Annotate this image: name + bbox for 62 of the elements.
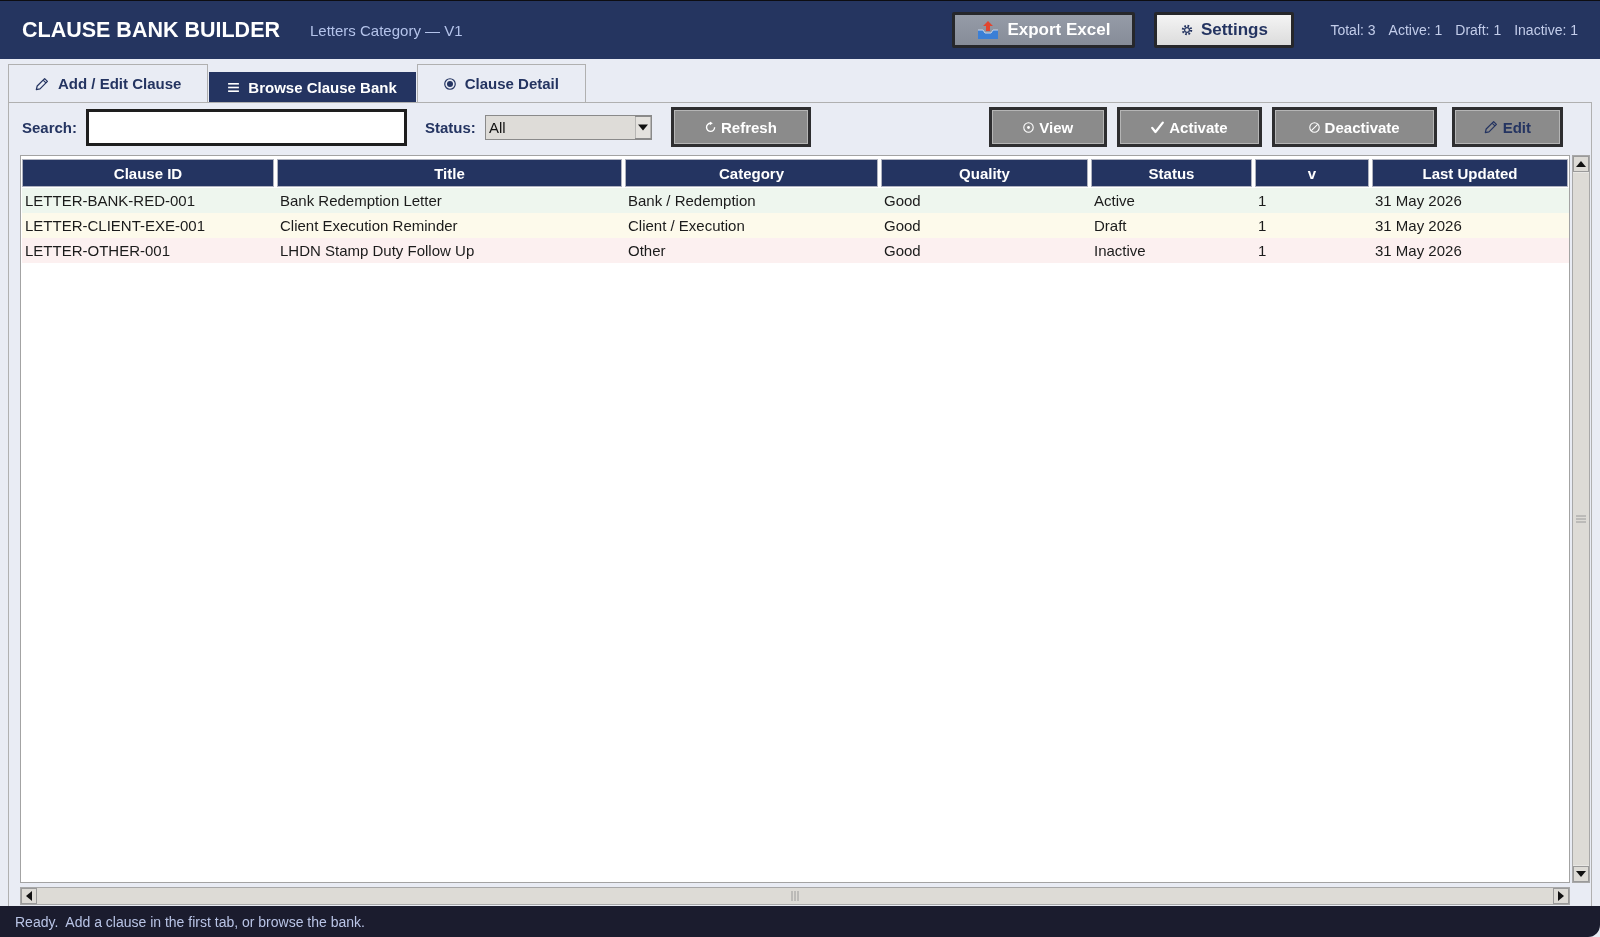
table-cell-text: Bank / Redemption — [627, 192, 757, 209]
table-row[interactable]: LETTER-OTHER-001 LHDN Stamp Duty Follow Up Other Good Inactive 1 31 May 2026 — [22, 238, 1569, 263]
pencil-icon — [1483, 120, 1498, 134]
status-label: Status: — [425, 118, 476, 136]
table-cell-text: LHDN Stamp Duty Follow Up — [279, 242, 476, 259]
edit-button[interactable]: Edit — [1451, 107, 1563, 147]
stat-count: Active: 1 — [1388, 22, 1443, 38]
app-title: CLAUSE BANK BUILDER — [22, 17, 280, 43]
table-cell-text: 31 May 2026 — [1374, 242, 1463, 259]
table-cell-text: Client Execution Reminder — [279, 217, 459, 234]
pencil-icon — [35, 76, 49, 91]
table-cell-text: LETTER-CLIENT-EXE-001 — [24, 217, 207, 234]
table-cell-text: 31 May 2026 — [1374, 192, 1463, 209]
table-cell-text: Good — [883, 192, 922, 209]
table-cell-text: 1 — [1257, 192, 1268, 209]
dropdown-arrow-icon — [634, 115, 651, 139]
table-cell-text: Active — [1093, 192, 1136, 209]
table-cell-text: 31 May 2026 — [1374, 217, 1463, 234]
column-header[interactable]: Title — [277, 159, 622, 187]
column-header[interactable]: Status — [1091, 159, 1252, 187]
table-cell-text: Other — [627, 242, 667, 259]
settings-button[interactable]: Settings — [1154, 12, 1295, 48]
grip-icon — [791, 891, 799, 901]
stat-count: Draft: 1 — [1455, 22, 1502, 38]
column-header[interactable]: Last Updated — [1372, 159, 1568, 187]
vertical-scrollbar[interactable] — [1572, 155, 1590, 883]
gear-icon — [1180, 24, 1193, 36]
table-cell-text: Good — [883, 242, 922, 259]
search-field[interactable] — [86, 108, 408, 146]
app-subtitle: Letters Category — V1 — [310, 21, 463, 39]
refresh-icon — [704, 121, 716, 133]
column-header[interactable]: v — [1255, 159, 1369, 187]
check-icon — [1151, 120, 1165, 134]
list-icon — [228, 83, 240, 92]
column-header[interactable]: Quality — [881, 159, 1088, 187]
prohibited-icon — [1308, 121, 1320, 133]
table-row[interactable]: LETTER-CLIENT-EXE-001 Client Execution Reminder Client / Execution Good Draft 1 31 May 2026 — [22, 213, 1569, 238]
table-cell-text: 1 — [1257, 242, 1268, 259]
table-cell-text: Inactive — [1093, 242, 1147, 259]
status-dropdown[interactable]: All — [484, 114, 652, 140]
tab[interactable]: Add / Edit Clause — [8, 64, 209, 102]
grip-icon — [1576, 515, 1586, 523]
table-cell-text: Bank Redemption Letter — [279, 192, 443, 209]
table-cell-text: LETTER-OTHER-001 — [24, 242, 172, 259]
tab[interactable]: Browse Clause Bank — [209, 72, 416, 102]
circle-dot-icon — [1023, 121, 1035, 133]
table-row[interactable]: LETTER-BANK-RED-001 Bank Redemption Letter Bank / Redemption Good Active 1 31 May 2026 — [22, 188, 1569, 213]
column-header[interactable]: Category — [625, 159, 878, 187]
table-cell-text: 1 — [1257, 217, 1268, 234]
tab[interactable]: Clause Detail — [416, 64, 586, 102]
radio-dot-icon — [443, 77, 456, 90]
table-cell-text: Draft — [1093, 217, 1128, 234]
horizontal-scrollbar[interactable] — [20, 887, 1570, 905]
table-cell-text: Client / Execution — [627, 217, 746, 234]
column-header[interactable]: Clause ID — [22, 159, 274, 187]
search-label: Search: — [22, 118, 78, 136]
table-cell-text: LETTER-BANK-RED-001 — [24, 192, 197, 209]
status-message: Ready. Add a clause in the first tab, or browse the bank. — [15, 913, 365, 930]
stat-count: Total: 3 — [1330, 22, 1376, 38]
tray-upload-icon — [977, 20, 1000, 40]
table-cell-text: Good — [883, 217, 922, 234]
stat-count: Inactive: 1 — [1514, 22, 1578, 38]
